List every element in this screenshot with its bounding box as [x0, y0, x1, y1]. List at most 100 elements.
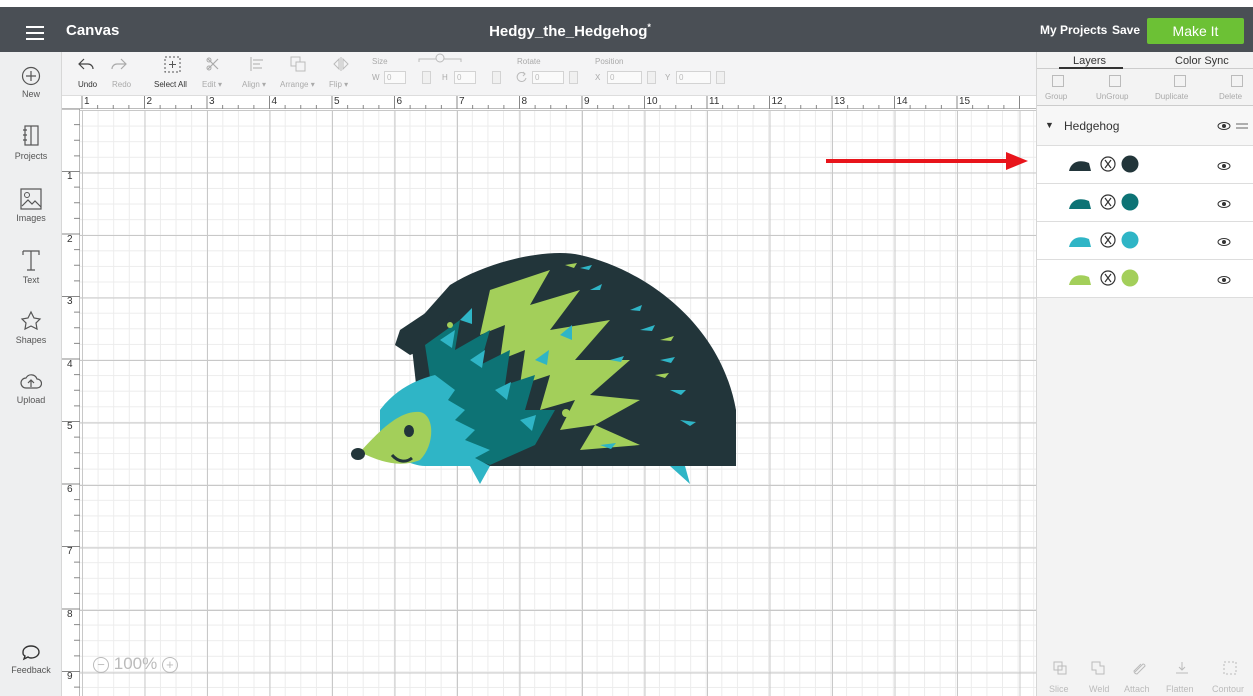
eye-icon[interactable] — [1217, 121, 1231, 131]
height-input[interactable]: 0 — [454, 71, 476, 84]
zoom-out-button[interactable]: − — [93, 656, 109, 673]
flip-label: Flip — [329, 80, 342, 89]
ruler-tick-label: 2 — [146, 96, 153, 107]
ruler-tick-label: 8 — [67, 608, 73, 620]
sidebar-item-upload[interactable]: Upload — [0, 372, 62, 405]
arrange-icon[interactable] — [290, 56, 306, 72]
flatten-button[interactable]: Flatten — [1166, 684, 1194, 694]
drag-handle-icon[interactable] — [1235, 122, 1249, 130]
flatten-icon[interactable] — [1175, 661, 1189, 675]
position-label: Position — [595, 57, 624, 66]
cut-type-icon[interactable] — [1100, 270, 1116, 286]
select-all-button[interactable]: Select All — [154, 80, 187, 89]
hedgehog-foot — [470, 466, 490, 484]
projects-icon — [23, 125, 39, 146]
cut-type-icon[interactable] — [1100, 156, 1116, 172]
ungroup-icon[interactable] — [1109, 75, 1121, 87]
contour-icon[interactable] — [1223, 661, 1237, 675]
slice-icon[interactable] — [1053, 661, 1067, 675]
y-position-stepper[interactable] — [716, 71, 725, 84]
layer-group-hedgehog[interactable]: ▼ Hedgehog — [1037, 106, 1253, 146]
x-position-stepper[interactable] — [647, 71, 656, 84]
align-icon[interactable] — [250, 56, 264, 72]
duplicate-icon[interactable] — [1174, 75, 1186, 87]
text-icon — [22, 250, 40, 271]
layer-row[interactable] — [1037, 146, 1253, 184]
layer-row[interactable] — [1037, 184, 1253, 222]
group-icon[interactable] — [1052, 75, 1064, 87]
weld-button[interactable]: Weld — [1089, 684, 1109, 694]
my-projects-link[interactable]: My Projects — [1040, 23, 1107, 37]
undo-icon[interactable] — [78, 57, 94, 71]
undo-button[interactable]: Undo — [78, 80, 97, 89]
ungroup-button[interactable]: UnGroup — [1096, 92, 1128, 101]
x-position-input[interactable]: 0 — [607, 71, 642, 84]
hedgehog-eye — [404, 425, 414, 437]
sidebar-item-label: Projects — [14, 151, 48, 161]
align-dropdown[interactable]: Align ▾ — [242, 80, 266, 89]
sidebar-item-feedback[interactable]: Feedback — [0, 644, 62, 675]
attach-button[interactable]: Attach — [1124, 684, 1150, 694]
eye-icon[interactable] — [1217, 237, 1231, 247]
width-input[interactable]: 0 — [384, 71, 406, 84]
duplicate-button[interactable]: Duplicate — [1155, 92, 1188, 101]
edit-icon[interactable] — [205, 56, 221, 72]
eye-icon[interactable] — [1217, 161, 1231, 171]
delete-icon[interactable] — [1231, 75, 1243, 87]
sidebar-item-projects[interactable]: Projects — [0, 124, 62, 161]
flip-icon[interactable] — [333, 56, 349, 72]
save-button[interactable]: Save — [1112, 23, 1140, 37]
group-button[interactable]: Group — [1045, 92, 1067, 101]
images-icon — [20, 188, 42, 210]
layer-row[interactable] — [1037, 260, 1253, 298]
slice-button[interactable]: Slice — [1049, 684, 1069, 694]
zoom-level: 100% — [113, 654, 158, 673]
eye-icon[interactable] — [1217, 199, 1231, 209]
layer-color-swatch[interactable] — [1121, 193, 1139, 211]
edit-dropdown[interactable]: Edit ▾ — [202, 80, 222, 89]
project-title[interactable]: Hedgy_the_Hedgehog* — [0, 22, 1140, 40]
align-label: Align — [242, 80, 260, 89]
hedgehog-artwork[interactable] — [340, 250, 740, 490]
arrange-dropdown[interactable]: Arrange ▾ — [280, 80, 315, 89]
collapse-arrow-icon[interactable]: ▼ — [1045, 120, 1054, 130]
sidebar-item-new[interactable]: New — [0, 66, 62, 99]
contour-button[interactable]: Contour — [1212, 684, 1244, 694]
cut-type-icon[interactable] — [1100, 232, 1116, 248]
select-all-icon[interactable] — [164, 56, 181, 73]
cut-type-icon[interactable] — [1100, 194, 1116, 210]
tab-color-sync[interactable]: Color Sync — [1175, 55, 1229, 67]
sidebar-item-images[interactable]: Images — [0, 188, 62, 223]
layer-row[interactable] — [1037, 222, 1253, 260]
flip-dropdown[interactable]: Flip ▾ — [329, 80, 348, 89]
y-position-input[interactable]: 0 — [676, 71, 711, 84]
ruler-tick-label: 11 — [709, 96, 720, 107]
ruler-tick-label: 7 — [67, 546, 73, 557]
layer-color-swatch[interactable] — [1121, 231, 1139, 249]
weld-icon[interactable] — [1091, 661, 1105, 675]
panel-tabs: Layers Color Sync — [1037, 52, 1253, 69]
tab-layers[interactable]: Layers — [1073, 55, 1106, 67]
sidebar-item-label: Shapes — [15, 335, 47, 345]
ruler-tick-label: 10 — [646, 96, 658, 107]
layer-color-swatch[interactable] — [1121, 155, 1139, 173]
lock-icon[interactable] — [417, 53, 463, 65]
sidebar-item-text[interactable]: Text — [0, 248, 62, 285]
layer-thumbnail-icon — [1069, 237, 1091, 247]
layer-tools: Group UnGroup Duplicate Delete — [1037, 70, 1253, 106]
eye-icon[interactable] — [1217, 275, 1231, 285]
layers-panel: Layers Color Sync Group UnGroup Duplicat… — [1036, 52, 1253, 696]
ruler-tick-label: 1 — [84, 96, 90, 107]
rotate-input[interactable]: 0 — [532, 71, 564, 84]
zoom-in-button[interactable]: + — [161, 656, 178, 673]
rotate-stepper[interactable] — [569, 71, 578, 84]
make-it-button[interactable]: Make It — [1147, 18, 1244, 44]
redo-button[interactable]: Redo — [112, 80, 131, 89]
attach-icon[interactable] — [1132, 661, 1146, 675]
height-stepper[interactable] — [492, 71, 501, 84]
width-stepper[interactable] — [422, 71, 431, 84]
delete-button[interactable]: Delete — [1219, 92, 1242, 101]
sidebar-item-shapes[interactable]: Shapes — [0, 310, 62, 345]
redo-icon[interactable] — [111, 57, 127, 71]
layer-color-swatch[interactable] — [1121, 269, 1139, 287]
